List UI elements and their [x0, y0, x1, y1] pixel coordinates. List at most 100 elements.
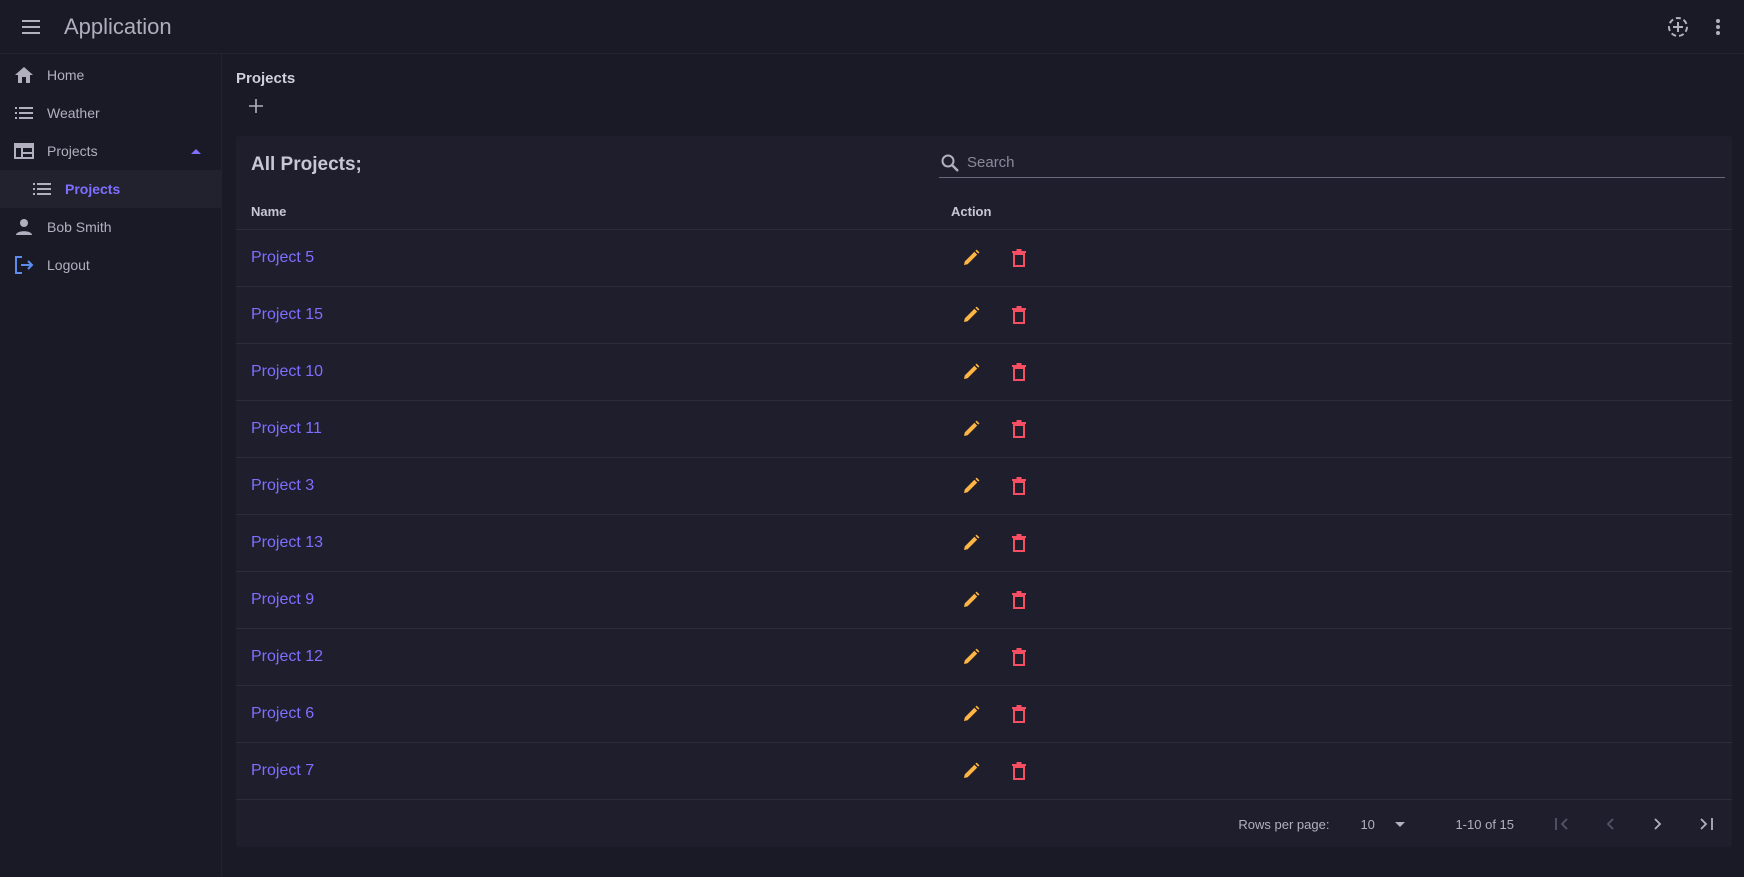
- edit-button[interactable]: [947, 295, 995, 335]
- arrow-drop-down-icon: [1394, 821, 1405, 827]
- app-bar: Application: [0, 0, 1744, 54]
- edit-button[interactable]: [947, 580, 995, 620]
- plus-icon: [249, 99, 263, 113]
- rows-per-page-select[interactable]: 10: [1360, 817, 1420, 832]
- trash-icon: [1012, 477, 1026, 495]
- list-icon: [31, 178, 53, 200]
- project-name-link[interactable]: Project 5: [251, 249, 945, 267]
- edit-button[interactable]: [947, 751, 995, 791]
- last-page-button[interactable]: [1682, 804, 1730, 844]
- sidebar-item-home[interactable]: Home: [0, 56, 221, 94]
- search-icon: [941, 154, 959, 172]
- pencil-icon: [962, 705, 980, 723]
- more-vert-icon[interactable]: [1698, 7, 1738, 47]
- main-content: Projects All Projects; Name Action Proje…: [236, 54, 1732, 847]
- delete-button[interactable]: [995, 751, 1043, 791]
- first-page-button[interactable]: [1538, 804, 1586, 844]
- sidebar: Home Weather Projects Projects Bob Smith…: [0, 54, 222, 877]
- expand-less-icon[interactable]: [191, 148, 201, 154]
- table-pagination: Rows per page: 10 1-10 of 15: [236, 800, 1732, 848]
- add-circle-icon[interactable]: [1658, 7, 1698, 47]
- person-icon: [13, 216, 35, 238]
- sidebar-item-weather[interactable]: Weather: [0, 94, 221, 132]
- sidebar-item-label: Projects: [47, 143, 98, 159]
- sidebar-item-projects[interactable]: Projects: [0, 170, 221, 208]
- edit-button[interactable]: [947, 694, 995, 734]
- delete-button[interactable]: [995, 295, 1043, 335]
- list-icon: [13, 102, 35, 124]
- row-actions: [947, 523, 1043, 563]
- row-actions: [947, 409, 1043, 449]
- menu-icon[interactable]: [16, 12, 46, 42]
- rows-per-page-value: 10: [1360, 816, 1375, 832]
- sidebar-item-label: Logout: [47, 257, 90, 273]
- card-title: All Projects;: [251, 154, 362, 175]
- row-actions: [947, 352, 1043, 392]
- last-page-icon: [1700, 818, 1713, 830]
- table-row: Project 15: [236, 287, 1732, 344]
- row-actions: [947, 580, 1043, 620]
- next-page-button[interactable]: [1634, 804, 1682, 844]
- chevron-right-icon: [1654, 818, 1662, 830]
- previous-page-button[interactable]: [1586, 804, 1634, 844]
- edit-button[interactable]: [947, 523, 995, 563]
- table-row: Project 13: [236, 515, 1732, 572]
- pencil-icon: [962, 306, 980, 324]
- table-body: Project 5 Project 15 Project 10 Project 11 P…: [236, 230, 1732, 800]
- edit-button[interactable]: [947, 238, 995, 278]
- sidebar-item-projects-group[interactable]: Projects: [0, 132, 221, 170]
- row-actions: [947, 694, 1043, 734]
- delete-button[interactable]: [995, 352, 1043, 392]
- project-name-link[interactable]: Project 6: [251, 705, 945, 723]
- trash-icon: [1012, 249, 1026, 267]
- page-title: Projects: [236, 70, 296, 87]
- home-icon: [13, 64, 35, 86]
- table-row: Project 6: [236, 686, 1732, 743]
- row-actions: [947, 295, 1043, 335]
- project-name-link[interactable]: Project 10: [251, 363, 945, 381]
- search-input[interactable]: [967, 154, 1707, 171]
- projects-table-card: All Projects; Name Action Project 5Proje…: [236, 136, 1732, 847]
- pencil-icon: [962, 477, 980, 495]
- delete-button[interactable]: [995, 637, 1043, 677]
- sidebar-item-profile[interactable]: Bob Smith: [0, 208, 221, 246]
- table-row: Project 3: [236, 458, 1732, 515]
- trash-icon: [1012, 363, 1026, 381]
- pencil-icon: [962, 648, 980, 666]
- sidebar-item-label: Home: [47, 67, 85, 83]
- add-project-button[interactable]: [236, 91, 276, 121]
- project-name-link[interactable]: Project 11: [251, 420, 945, 438]
- trash-icon: [1012, 762, 1026, 780]
- delete-button[interactable]: [995, 580, 1043, 620]
- edit-button[interactable]: [947, 466, 995, 506]
- table-row: Project 5: [236, 230, 1732, 287]
- edit-button[interactable]: [947, 409, 995, 449]
- edit-button[interactable]: [947, 352, 995, 392]
- first-page-icon: [1555, 818, 1568, 830]
- project-name-link[interactable]: Project 13: [251, 534, 945, 552]
- delete-button[interactable]: [995, 238, 1043, 278]
- table-icon: [13, 140, 35, 162]
- delete-button[interactable]: [995, 466, 1043, 506]
- project-name-link[interactable]: Project 7: [251, 762, 945, 780]
- sidebar-item-logout[interactable]: Logout: [0, 246, 221, 284]
- project-name-link[interactable]: Project 15: [251, 306, 945, 324]
- project-name-link[interactable]: Project 3: [251, 477, 945, 495]
- logout-icon: [13, 254, 35, 276]
- project-name-link[interactable]: Project 12: [251, 648, 945, 666]
- delete-button[interactable]: [995, 523, 1043, 563]
- row-actions: [947, 637, 1043, 677]
- project-name-link[interactable]: Project 9: [251, 591, 945, 609]
- row-actions: [947, 238, 1043, 278]
- table-row: Project 12: [236, 629, 1732, 686]
- delete-button[interactable]: [995, 694, 1043, 734]
- app-title: Application: [64, 13, 172, 39]
- edit-button[interactable]: [947, 637, 995, 677]
- delete-button[interactable]: [995, 409, 1043, 449]
- column-header-name[interactable]: Name: [251, 204, 945, 219]
- trash-icon: [1012, 420, 1026, 438]
- sidebar-item-label: Weather: [47, 105, 100, 121]
- pencil-icon: [962, 249, 980, 267]
- pencil-icon: [962, 534, 980, 552]
- table-toolbar: All Projects;: [236, 136, 1732, 194]
